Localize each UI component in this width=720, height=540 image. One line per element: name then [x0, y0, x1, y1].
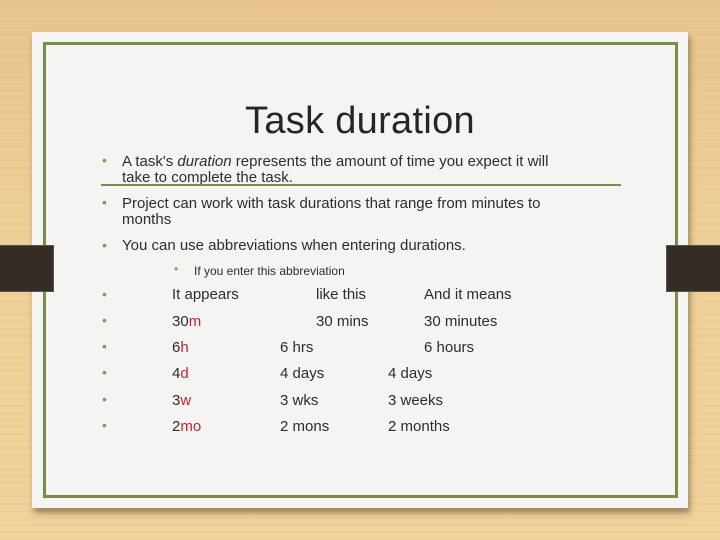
bullet-icon: •	[102, 364, 107, 380]
appears-cell: 30 mins	[316, 313, 369, 330]
abbreviation-number: 30	[172, 313, 189, 330]
abbreviation-unit: d	[180, 365, 189, 382]
bullet-1-emphasis: duration	[177, 153, 232, 170]
abbreviation-cell: 3w	[172, 393, 191, 409]
bullet-icon: •	[102, 338, 107, 354]
means-cell: 2 months	[388, 418, 450, 435]
appears-cell: 4 days	[280, 365, 325, 382]
abbreviation-unit: h	[180, 339, 189, 356]
bullet-3-line-1: You can use abbreviations when entering …	[122, 237, 466, 254]
bullet-2-line-1: Project can work with task durations tha…	[122, 195, 541, 212]
abbreviation-cell: 30m	[172, 314, 201, 330]
left-binder-clip	[0, 245, 54, 292]
bullet-2-line-2: months	[122, 211, 172, 228]
abbreviation-cell: 6h	[172, 340, 189, 356]
bullet-1-post: represents the amount of time you expect…	[231, 153, 549, 170]
means-cell: 30 minutes	[424, 313, 498, 330]
bullet-icon: •	[102, 286, 107, 302]
right-binder-clip	[666, 245, 720, 292]
appears-cell: 6 hrs	[280, 339, 314, 356]
bullet-icon: •	[102, 237, 107, 253]
means-cell: 6 hours	[424, 339, 475, 356]
bullet-1-line-1: A task's duration represents the amount …	[122, 154, 548, 170]
means-cell: 4 days	[388, 365, 433, 382]
bullet-icon: •	[102, 194, 107, 210]
appears-cell: 3 wks	[280, 392, 319, 409]
abbreviation-cell: 4d	[172, 366, 189, 382]
header-and-it-means: And it means	[424, 286, 512, 303]
title-underline-rule	[101, 184, 621, 186]
sub-bullet-text: If you enter this abbreviation	[194, 264, 345, 278]
abbreviation-cell: 2mo	[172, 419, 201, 435]
sub-bullet-icon: •	[174, 262, 179, 276]
bullet-icon: •	[102, 312, 107, 328]
abbreviation-unit: m	[188, 313, 202, 330]
slide-title: Task duration	[245, 100, 475, 142]
bullet-icon: •	[102, 152, 107, 168]
header-like-this: like this	[316, 286, 367, 303]
bullet-icon: •	[102, 417, 107, 433]
means-cell: 3 weeks	[388, 392, 444, 409]
abbreviation-unit: w	[180, 392, 192, 409]
abbreviation-unit: mo	[180, 418, 202, 435]
bullet-icon: •	[102, 391, 107, 407]
bullet-1-pre: A task's	[122, 153, 178, 170]
appears-cell: 2 mons	[280, 418, 330, 435]
header-it-appears: It appears	[172, 286, 239, 303]
